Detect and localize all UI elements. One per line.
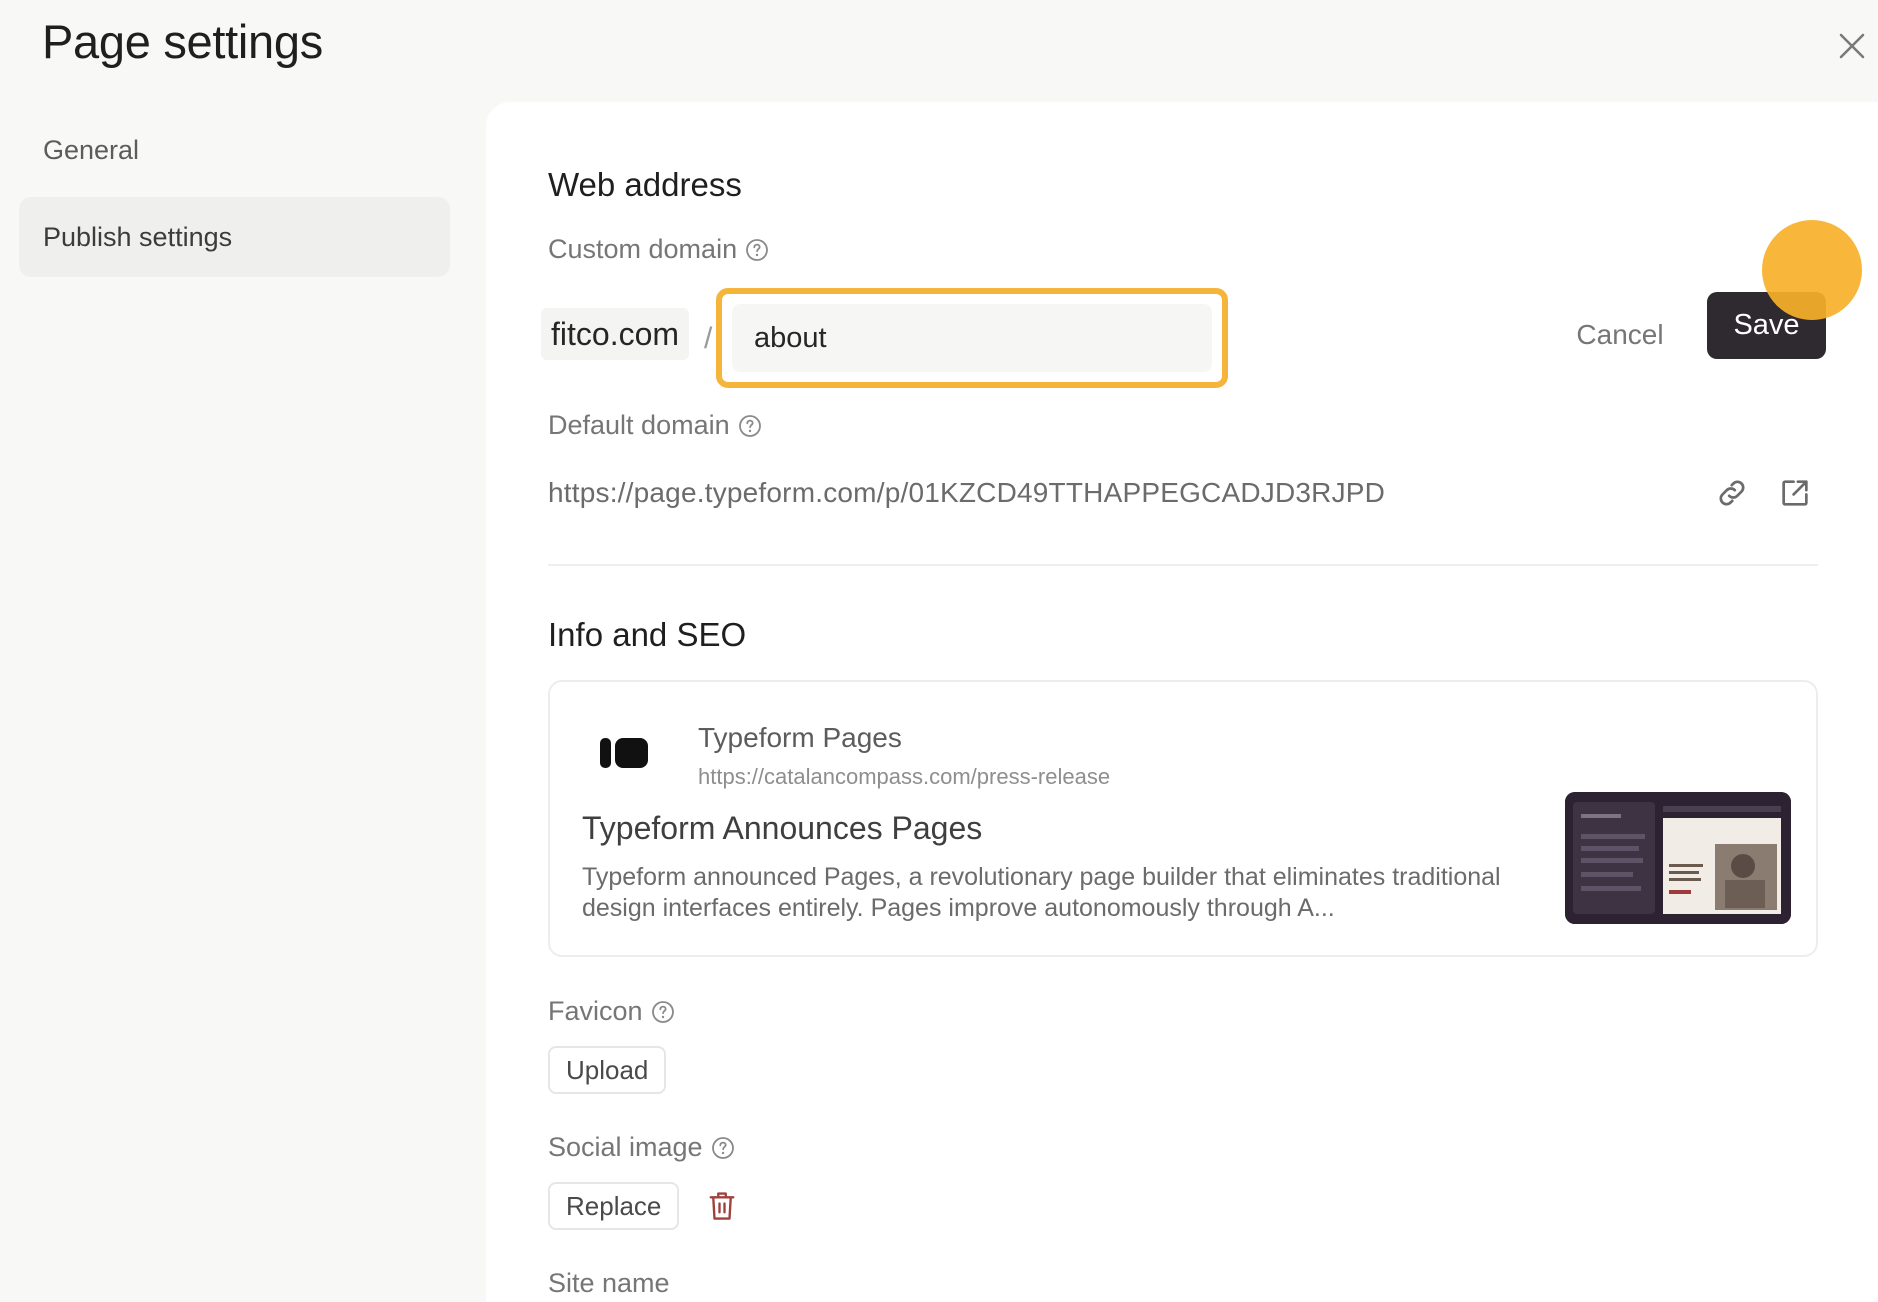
copy-link-button[interactable]	[1712, 473, 1752, 513]
preview-title: Typeform Announces Pages	[582, 810, 983, 846]
domain-prefix: fitco.com	[541, 308, 690, 360]
close-icon	[1839, 33, 1865, 59]
page-settings-modal: Page settings General Publish settings W…	[0, 0, 1878, 1302]
help-icon[interactable]	[651, 1000, 675, 1024]
custom-domain-label: Custom domain	[548, 234, 769, 265]
preview-url: https://catalancompass.com/press-release	[698, 764, 1111, 789]
help-icon[interactable]	[745, 238, 769, 262]
close-button[interactable]	[1834, 28, 1870, 64]
default-domain-url: https://page.typeform.com/p/01KZCD49TTHA…	[548, 477, 1386, 508]
custom-domain-input-highlight: about	[716, 288, 1228, 388]
default-domain-label: Default domain	[548, 410, 762, 441]
sidebar-item-publish-settings[interactable]: Publish settings	[19, 197, 450, 277]
click-indicator	[1762, 220, 1862, 320]
help-icon[interactable]	[711, 1136, 735, 1160]
preview-thumbnail-image	[1565, 792, 1791, 924]
cancel-button[interactable]: Cancel	[1560, 305, 1680, 365]
site-name-label: Site name	[548, 1268, 670, 1298]
sidebar-item-label: General	[43, 134, 140, 165]
delete-social-image-button[interactable]	[702, 1186, 742, 1226]
preview-description: Typeform announced Pages, a revolutionar…	[582, 863, 1501, 922]
sidebar-item-general[interactable]: General	[19, 110, 450, 190]
typeform-logo-icon	[600, 738, 648, 768]
help-icon[interactable]	[738, 414, 762, 438]
external-link-icon	[1782, 480, 1808, 506]
upload-favicon-button[interactable]: Upload	[548, 1046, 667, 1094]
section-title-web-address: Web address	[548, 166, 742, 203]
link-icon	[1719, 480, 1745, 506]
section-divider	[548, 564, 1818, 566]
sidebar-item-label: Publish settings	[43, 221, 233, 252]
trash-icon	[709, 1192, 735, 1220]
replace-social-image-button[interactable]: Replace	[548, 1182, 680, 1230]
seo-preview-card: Typeform Pages https://catalancompass.co…	[548, 680, 1818, 957]
social-image-label: Social image	[548, 1132, 735, 1163]
settings-panel: Web address Custom domain fitco.com / ab…	[486, 102, 1878, 1302]
open-link-button[interactable]	[1775, 473, 1815, 513]
section-title-info-seo: Info and SEO	[548, 616, 747, 653]
favicon-label: Favicon	[548, 996, 675, 1027]
page-title: Page settings	[42, 15, 323, 68]
preview-site-name: Typeform Pages	[698, 722, 902, 753]
custom-domain-path-input[interactable]: about	[732, 304, 1212, 372]
path-separator: /	[704, 322, 713, 355]
